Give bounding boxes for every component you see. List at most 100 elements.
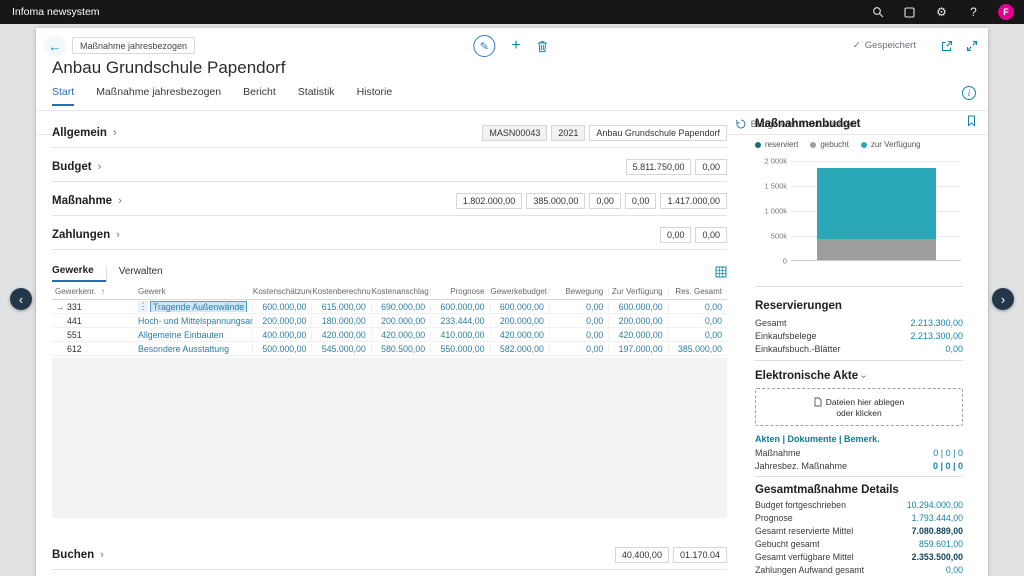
detail-row: Gebucht gesamt 859.601,00: [755, 539, 963, 549]
settings-gear-icon[interactable]: ⚙: [934, 5, 949, 20]
refresh-icon: [736, 119, 746, 129]
section-massnahme-header[interactable]: Maßnahme›: [52, 195, 122, 207]
avatar[interactable]: F: [998, 4, 1014, 20]
panel-details-title: Gesamtmaßnahme Details: [755, 484, 963, 496]
field-massnahme-3[interactable]: 0,00: [589, 193, 621, 209]
pin-icon[interactable]: [967, 115, 976, 127]
tab-statistik[interactable]: Statistik: [298, 86, 335, 104]
field-buchen-1[interactable]: 40.400,00: [615, 547, 669, 563]
field-massnahme-4[interactable]: 0,00: [625, 193, 657, 209]
table-row[interactable]: 612 Besondere Ausstattung 500.000,00 545…: [52, 342, 727, 356]
field-budget-1[interactable]: 5.811.750,00: [626, 159, 692, 175]
section-zahlungen-header[interactable]: Zahlungen›: [52, 229, 120, 241]
info-icon[interactable]: i: [962, 86, 976, 100]
col-prognose[interactable]: Prognose: [430, 287, 489, 296]
field-zahlungen-2[interactable]: 0,00: [695, 227, 727, 243]
table-row[interactable]: →331 ⋮Tragende Außenwände 600.000,00 615…: [52, 300, 727, 314]
legend-gebucht[interactable]: gebucht: [810, 140, 848, 149]
detail-row: Zahlungen Aufwand gesamt 0,00: [755, 565, 963, 575]
value-link[interactable]: 1.793.444,00: [912, 513, 963, 523]
value-link[interactable]: 2.353.500,00: [912, 552, 963, 562]
value-link[interactable]: 7.080.889,00: [912, 526, 963, 536]
new-record-plus-icon[interactable]: +: [511, 38, 520, 54]
help-icon[interactable]: ?: [966, 5, 981, 20]
col-gewerkebudget[interactable]: Gewerkebudget: [490, 287, 549, 296]
section-buchen: Buchen› 40.400,00 01.170.04: [52, 540, 727, 570]
table-empty-area: [52, 358, 727, 518]
field-zahlungen-1[interactable]: 0,00: [660, 227, 692, 243]
col-res-gesamt[interactable]: Res. Gesamt: [668, 287, 727, 296]
col-bewegung[interactable]: Bewegung: [549, 287, 608, 296]
current-row-marker: →: [55, 302, 64, 312]
panel-reservierungen-title: Reservierungen: [755, 300, 963, 312]
back-arrow-icon[interactable]: ←: [44, 35, 66, 57]
section-massnahme: Maßnahme› 1.802.000,00 385.000,00 0,00 0…: [52, 186, 727, 216]
page-title: Anbau Grundschule Papendorf: [52, 58, 285, 78]
panel-akte-title[interactable]: Elektronische Akte›: [755, 370, 963, 382]
file-dropzone[interactable]: Dateien hier ablegen oder klicken: [755, 388, 963, 426]
tab-historie[interactable]: Historie: [357, 86, 393, 104]
tab-bericht[interactable]: Bericht: [243, 86, 276, 104]
gewerk-link[interactable]: Tragende Außenwände: [151, 302, 246, 312]
gewerk-link[interactable]: Allgemeine Einbauten: [138, 330, 224, 340]
section-budget-header[interactable]: Budget›: [52, 161, 101, 173]
value-link[interactable]: 0,00: [946, 565, 963, 575]
col-kostenberechnung[interactable]: Kostenberechnung: [311, 287, 370, 296]
subtab-gewerke[interactable]: Gewerke: [52, 265, 106, 282]
col-zur-verfuegung[interactable]: Zur Verfügung: [608, 287, 667, 296]
field-massnahme-5[interactable]: 1.417.000,00: [660, 193, 727, 209]
akte-links[interactable]: Akten | Dokumente | Bemerk.: [755, 434, 880, 444]
check-icon: ✓: [853, 40, 861, 51]
col-kostenanschlag[interactable]: Kostenanschlag: [371, 287, 430, 296]
search-icon[interactable]: [870, 5, 885, 20]
section-buchen-header[interactable]: Buchen›: [52, 549, 104, 561]
col-gewerk[interactable]: Gewerk: [138, 287, 252, 296]
edit-pencil-icon[interactable]: ✎: [473, 35, 495, 57]
value-link[interactable]: 2.213.300,00: [910, 331, 963, 341]
tab-massnahme-jahresbezogen[interactable]: Maßnahme jahresbezogen: [96, 86, 221, 104]
field-buchen-2[interactable]: 01.170.04: [673, 547, 727, 563]
value-link[interactable]: 0 | 0 | 0: [933, 448, 963, 458]
value-link[interactable]: 0 | 0 | 0: [933, 461, 963, 471]
tab-start[interactable]: Start: [52, 86, 74, 106]
expand-icon[interactable]: [966, 40, 978, 52]
field-massnahme-nr[interactable]: MASN00043: [482, 125, 547, 141]
panel-massnahmenbudget-title: Maßnahmenbudget: [755, 118, 963, 130]
field-budget-2[interactable]: 0,00: [695, 159, 727, 175]
col-kostenschaetzung[interactable]: Kostenschätzung: [252, 287, 311, 296]
row-menu-icon[interactable]: ⋮: [138, 301, 148, 312]
open-in-window-icon[interactable]: [941, 40, 953, 52]
value-link[interactable]: 0,00: [945, 344, 963, 354]
massnahmenbudget-chart: 2 000k 1 500k 1 000k 500k 0: [755, 156, 963, 274]
value-link[interactable]: 859.601,00: [919, 539, 963, 549]
field-massnahme-2[interactable]: 385.000,00: [526, 193, 585, 209]
col-gewerkenr[interactable]: Gewerkenr.↑: [52, 287, 138, 296]
section-budget: Budget› 5.811.750,00 0,00: [52, 152, 727, 182]
table-row[interactable]: 551 Allgemeine Einbauten 400.000,00 420.…: [52, 328, 727, 342]
apps-icon[interactable]: [902, 5, 917, 20]
gewerk-link[interactable]: Besondere Ausstattung: [138, 344, 229, 354]
detail-row: Gesamt verfügbare Mittel 2.353.500,00: [755, 552, 963, 562]
delete-trash-icon[interactable]: [537, 40, 549, 53]
field-jahr[interactable]: 2021: [551, 125, 585, 141]
gewerke-subtabs: Gewerke Verwalten: [52, 260, 727, 282]
field-massnahme-1[interactable]: 1.802.000,00: [456, 193, 523, 209]
section-allgemein-header[interactable]: Allgemein›: [52, 127, 117, 139]
subtab-verwalten[interactable]: Verwalten: [106, 266, 175, 282]
legend-reserviert[interactable]: reserviert: [755, 140, 798, 149]
value-link[interactable]: 10.294.000,00: [907, 500, 963, 510]
value-link[interactable]: 2.213.300,00: [910, 318, 963, 328]
field-bezeichnung[interactable]: Anbau Grundschule Papendorf: [589, 125, 727, 141]
stacked-bar[interactable]: [817, 160, 936, 260]
legend-dot: [810, 142, 816, 148]
app-title: Infoma newsystem: [12, 6, 100, 18]
table-row[interactable]: 441 Hoch- und Mittelspannungsanl... 200.…: [52, 314, 727, 328]
previous-record-button[interactable]: ‹: [10, 288, 32, 310]
gewerk-link[interactable]: Hoch- und Mittelspannungsanl...: [138, 316, 252, 326]
next-record-button[interactable]: ›: [992, 288, 1014, 310]
legend-dot: [755, 142, 761, 148]
open-in-excel-icon[interactable]: [715, 266, 727, 278]
breadcrumb[interactable]: Maßnahme jahresbezogen: [72, 37, 195, 54]
legend-zur-verfuegung[interactable]: zur Verfügung: [861, 140, 921, 149]
divider: [755, 286, 963, 287]
